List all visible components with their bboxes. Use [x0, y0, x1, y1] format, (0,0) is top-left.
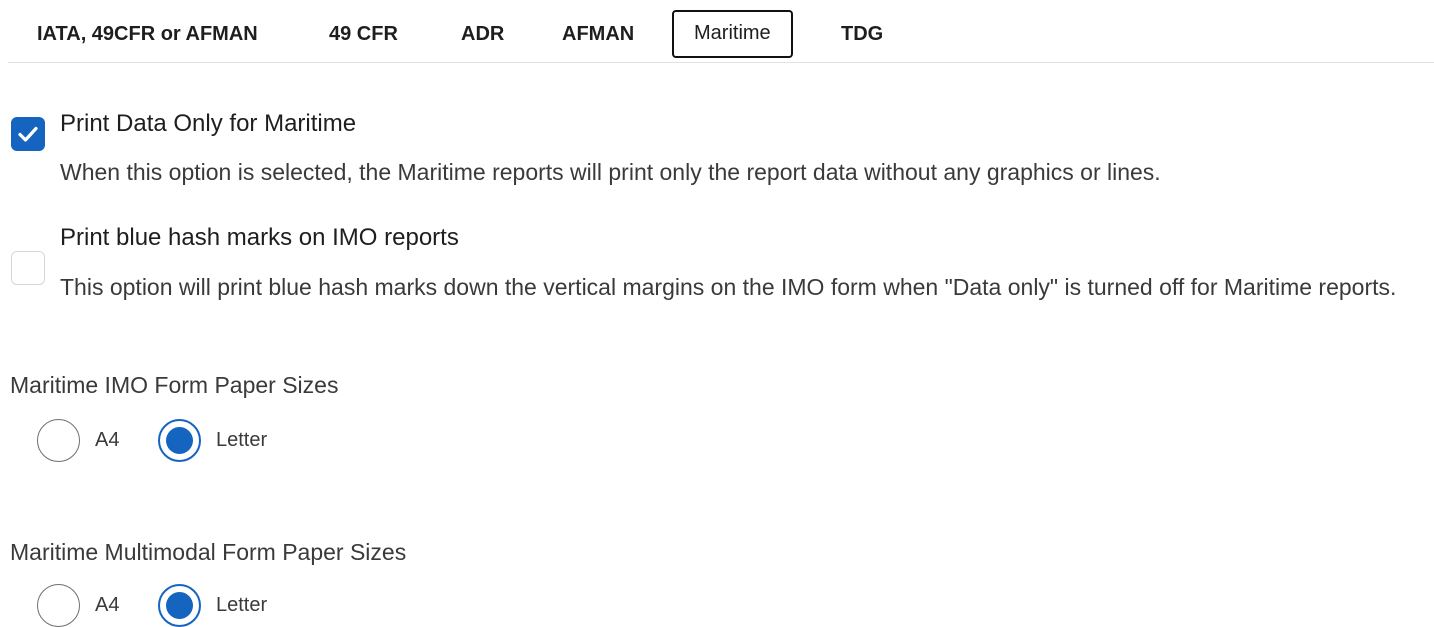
tab-iata-49cfr-afman[interactable]: IATA, 49CFR or AFMAN	[37, 10, 258, 58]
print-data-only-checkbox[interactable]	[11, 117, 45, 151]
print-blue-hash-marks-checkbox[interactable]	[11, 251, 45, 285]
multimodal-paper-letter-label[interactable]: Letter	[216, 594, 267, 617]
multimodal-paper-size-label: Maritime Multimodal Form Paper Sizes	[10, 539, 407, 565]
multimodal-paper-a4-label[interactable]: A4	[95, 594, 119, 617]
radio-selected-dot	[166, 427, 193, 454]
print-blue-hash-marks-title: Print blue hash marks on IMO reports	[60, 224, 459, 251]
tab-afman[interactable]: AFMAN	[562, 10, 634, 58]
print-data-only-title: Print Data Only for Maritime	[60, 110, 357, 137]
tab-maritime[interactable]: Maritime	[672, 10, 793, 58]
tab-adr[interactable]: ADR	[461, 10, 504, 58]
imo-paper-letter-label[interactable]: Letter	[216, 429, 267, 452]
multimodal-paper-a4-radio[interactable]	[37, 584, 80, 627]
multimodal-paper-letter-radio[interactable]	[158, 584, 201, 627]
imo-paper-a4-label[interactable]: A4	[95, 429, 119, 452]
tab-tdg[interactable]: TDG	[841, 10, 883, 58]
print-blue-hash-marks-description: This option will print blue hash marks d…	[60, 274, 1397, 300]
radio-selected-dot	[166, 592, 193, 619]
print-data-only-description: When this option is selected, the Mariti…	[60, 159, 1161, 185]
tab-bar: IATA, 49CFR or AFMAN 49 CFR ADR AFMAN Ma…	[8, 0, 1434, 63]
check-icon	[18, 126, 38, 142]
imo-paper-a4-radio[interactable]	[37, 419, 80, 462]
imo-paper-letter-radio[interactable]	[158, 419, 201, 462]
tab-49cfr[interactable]: 49 CFR	[329, 10, 398, 58]
imo-paper-size-label: Maritime IMO Form Paper Sizes	[10, 372, 339, 398]
